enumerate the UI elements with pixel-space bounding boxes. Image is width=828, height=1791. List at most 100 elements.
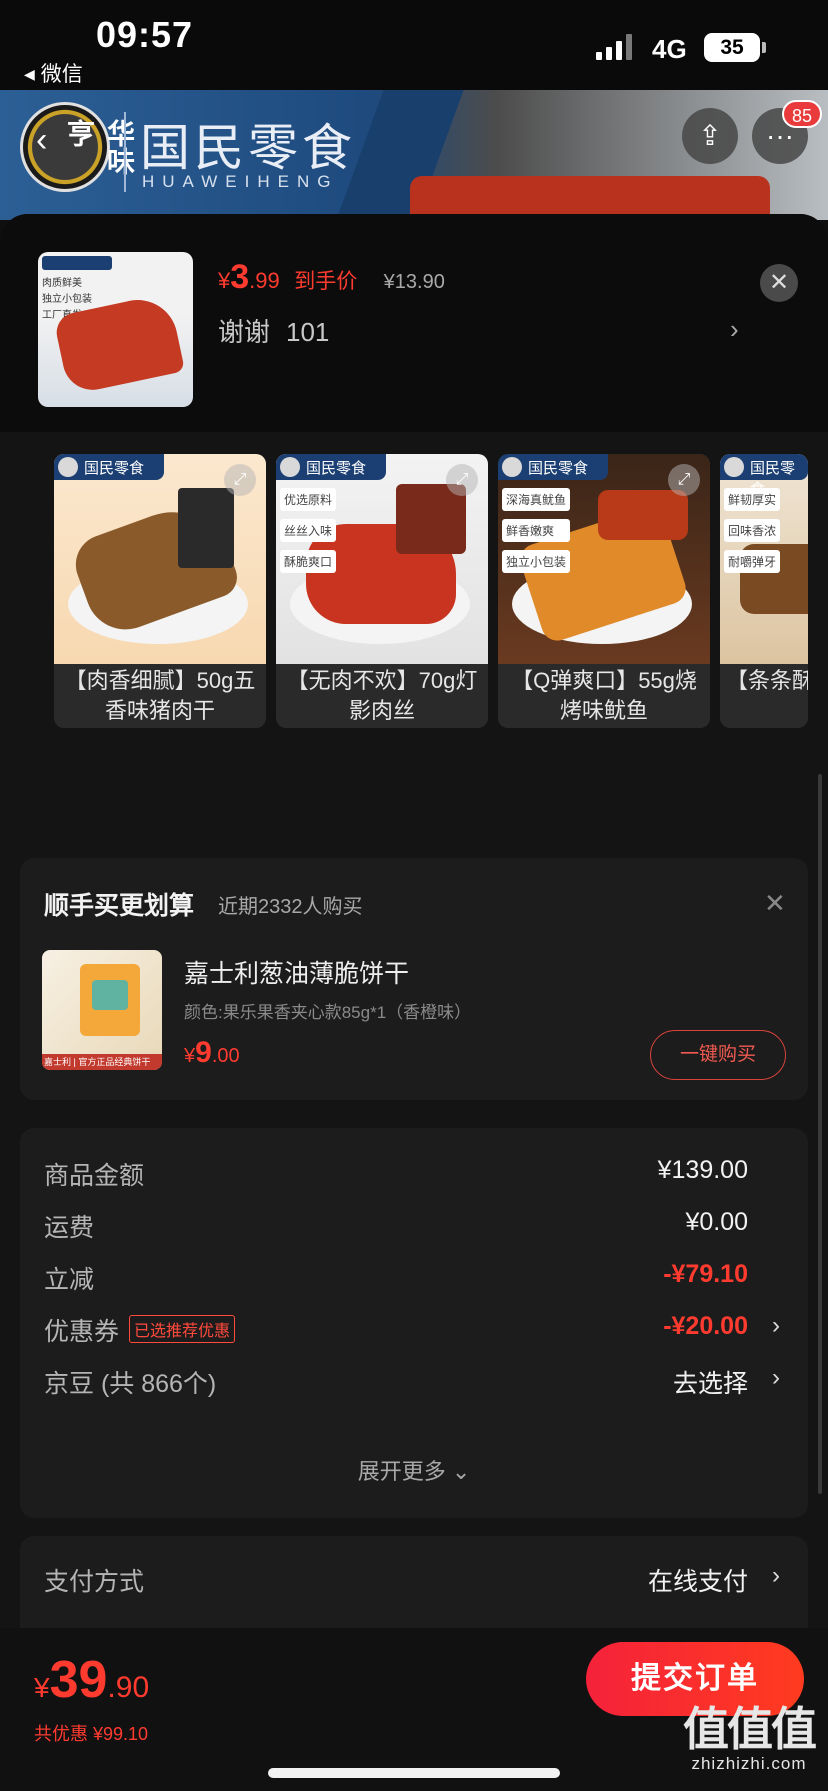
total-dec: .90 (107, 1671, 150, 1704)
chevron-right-icon[interactable]: › (772, 1562, 780, 1590)
coupon-label: 优惠券 (44, 1318, 120, 1346)
spec-name: 谢谢 (218, 317, 271, 347)
price-int: 3 (230, 258, 250, 296)
card-features: 深海真鱿鱼 鲜香嫩爽 独立小包装 (502, 488, 571, 581)
card-feature: 回味香浓 (724, 519, 781, 542)
card-feature: 鲜香嫩爽 (502, 519, 571, 542)
status-bar: 09:57 ◀ 微信 4G 35 (0, 0, 828, 90)
signal-icon (596, 34, 636, 60)
one-click-buy-button[interactable]: 一键购买 (650, 1030, 786, 1080)
product-card[interactable]: 国民零食 鲜韧厚实 回味香浓 耐嚼弹牙 【条条酥香】 (720, 454, 808, 728)
shipping-value: ¥0.00 (685, 1208, 748, 1236)
back-triangle-icon: ◀ (24, 66, 35, 82)
add-on-subtitle: 近期2332人购买 (218, 896, 363, 918)
product-title: 【条条酥香】 (726, 668, 808, 693)
product-card[interactable]: 国民零食 ⤢ 【肉香细腻】50g五香味猪肉干 (54, 454, 266, 728)
price-dec: .00 (211, 1045, 240, 1067)
expand-icon[interactable]: ⤢ (224, 464, 256, 496)
product-card[interactable]: 国民零食 深海真鱿鱼 鲜香嫩爽 独立小包装 ⤢ 【Q弹爽口】55g烧烤味鱿鱼 (498, 454, 710, 728)
spec-value: 101 (286, 317, 330, 347)
store-banner: 华味亨 ‹ 国民零食 HUAWEIHENG ⇪ ··· 85 (0, 90, 828, 220)
price-symbol: ¥ (218, 268, 231, 293)
add-on-price: ¥9.00 (184, 1036, 240, 1070)
biscuit-label (92, 980, 128, 1010)
product-title: 【肉香细腻】50g五香味猪肉干 (64, 668, 256, 723)
network-type: 4G (652, 34, 687, 64)
coupon-value[interactable]: -¥20.00 (663, 1312, 748, 1341)
total-price: ¥39.90 (34, 1650, 149, 1710)
thumb-feature: 肉质鲜美 (42, 278, 82, 289)
card-brand-tag: 国民零食 (720, 454, 808, 498)
card-features: 优选原料 丝丝入味 酥脆爽口 (280, 488, 337, 581)
brand-subtitle: HUAWEIHENG (142, 172, 339, 191)
thumb-strip: 嘉士利 | 官方正品经典饼干 (42, 1054, 162, 1070)
original-price: ¥13.90 (383, 271, 445, 293)
goods-amount-label: 商品金额 (44, 1162, 145, 1190)
share-icon: ⇪ (698, 120, 722, 151)
card-brand: 国民零食 (306, 459, 367, 477)
brand-title: 国民零食 (140, 119, 356, 177)
share-button[interactable]: ⇪ (682, 108, 738, 164)
chevron-right-icon[interactable]: › (772, 1312, 780, 1340)
expand-more-button[interactable]: 展开更多 ⌄ (20, 1454, 808, 1486)
home-indicator[interactable] (268, 1768, 560, 1778)
back-app-label: 微信 (40, 63, 83, 86)
back-to-wechat-link[interactable]: ◀ 微信 (24, 58, 83, 88)
add-on-name[interactable]: 嘉士利葱油薄脆饼干 (184, 954, 409, 990)
close-icon[interactable]: ✕ (760, 264, 798, 302)
add-on-section: 顺手买更划算 近期2332人购买 ✕ 嘉士利 | 官方正品经典饼干 嘉士利葱油薄… (20, 858, 808, 1100)
squid-skewer (598, 490, 688, 540)
banner-divider (124, 112, 126, 192)
card-features: 鲜韧厚实 回味香浓 耐嚼弹牙 (724, 488, 781, 581)
goods-amount-value: ¥139.00 (657, 1156, 748, 1184)
instant-discount-label: 立减 (44, 1266, 95, 1294)
battery-level: 35 (720, 36, 744, 59)
close-icon[interactable]: ✕ (764, 888, 786, 919)
total-discount: 共优惠 ¥99.10 (34, 1724, 149, 1744)
checkout-bar: ¥39.90 共优惠 ¥99.10 提交订单 值值值 zhizhizhi.com (0, 1628, 828, 1791)
logo-text: 华味亨 (64, 119, 135, 175)
card-feature: 深海真鱿鱼 (502, 488, 571, 511)
card-brand: 国民零食 (528, 459, 589, 477)
payment-value: 在线支付 (647, 1568, 748, 1596)
card-feature: 酥脆爽口 (280, 550, 337, 573)
card-feature: 独立小包装 (502, 550, 571, 573)
price-dec: .99 (249, 268, 280, 293)
shipping-label: 运费 (44, 1214, 95, 1242)
total-int: 39 (49, 1651, 108, 1709)
watermark-logo: 值值值 (683, 1703, 817, 1755)
instant-discount-value: -¥79.10 (663, 1260, 748, 1288)
card-feature: 鲜韧厚实 (724, 488, 781, 511)
expand-icon[interactable]: ⤢ (668, 464, 700, 496)
jd-bean-label: 京豆 (共 866个) (44, 1370, 217, 1398)
card-feature: 丝丝入味 (280, 519, 337, 542)
watermark-url: zhizhizhi.com (691, 1754, 807, 1773)
sku-price-row: ¥3.99 到手价 ¥13.90 (218, 258, 445, 298)
add-on-title: 顺手买更划算 (44, 892, 195, 920)
scrollbar[interactable] (818, 774, 822, 1494)
jd-bean-value[interactable]: 去选择 (673, 1364, 748, 1400)
sku-header: 肉质鲜美 独立小包装 工厂直发 ¥3.99 到手价 ¥13.90 谢谢 101 ›… (0, 214, 828, 432)
status-time: 09:57 (96, 14, 194, 55)
chevron-right-icon[interactable]: › (730, 314, 739, 345)
product-card[interactable]: 国民零食 优选原料 丝丝入味 酥脆爽口 ⤢ 【无肉不欢】70g灯影肉丝 (276, 454, 488, 728)
add-on-thumbnail[interactable]: 嘉士利 | 官方正品经典饼干 (42, 950, 162, 1070)
price-label: 到手价 (294, 270, 358, 293)
card-brand-tag: 国民零食 (498, 454, 608, 480)
card-feature: 耐嚼弹牙 (724, 550, 781, 573)
expand-icon[interactable]: ⤢ (446, 464, 478, 496)
back-chevron-icon[interactable]: ‹ (36, 120, 66, 160)
coupon-row[interactable]: 优惠券 已选推荐优惠 (44, 1312, 236, 1348)
sku-thumbnail[interactable]: 肉质鲜美 独立小包装 工厂直发 (38, 252, 193, 407)
sku-price: ¥3.99 (218, 258, 280, 296)
package (178, 488, 234, 568)
coupon-tag: 已选推荐优惠 (129, 1315, 236, 1343)
chevron-right-icon[interactable]: › (772, 1364, 780, 1392)
thumb-feature: 独立小包装 (42, 294, 92, 305)
message-badge: 85 (782, 100, 823, 128)
card-brand-tag: 国民零食 (54, 454, 164, 480)
product-title: 【Q弹爽口】55g烧烤味鱿鱼 (511, 668, 697, 723)
payment-label: 支付方式 (44, 1568, 145, 1596)
site-watermark: 值值值 zhizhizhi.com (674, 1704, 824, 1774)
selected-spec[interactable]: 谢谢 101 (218, 312, 329, 349)
